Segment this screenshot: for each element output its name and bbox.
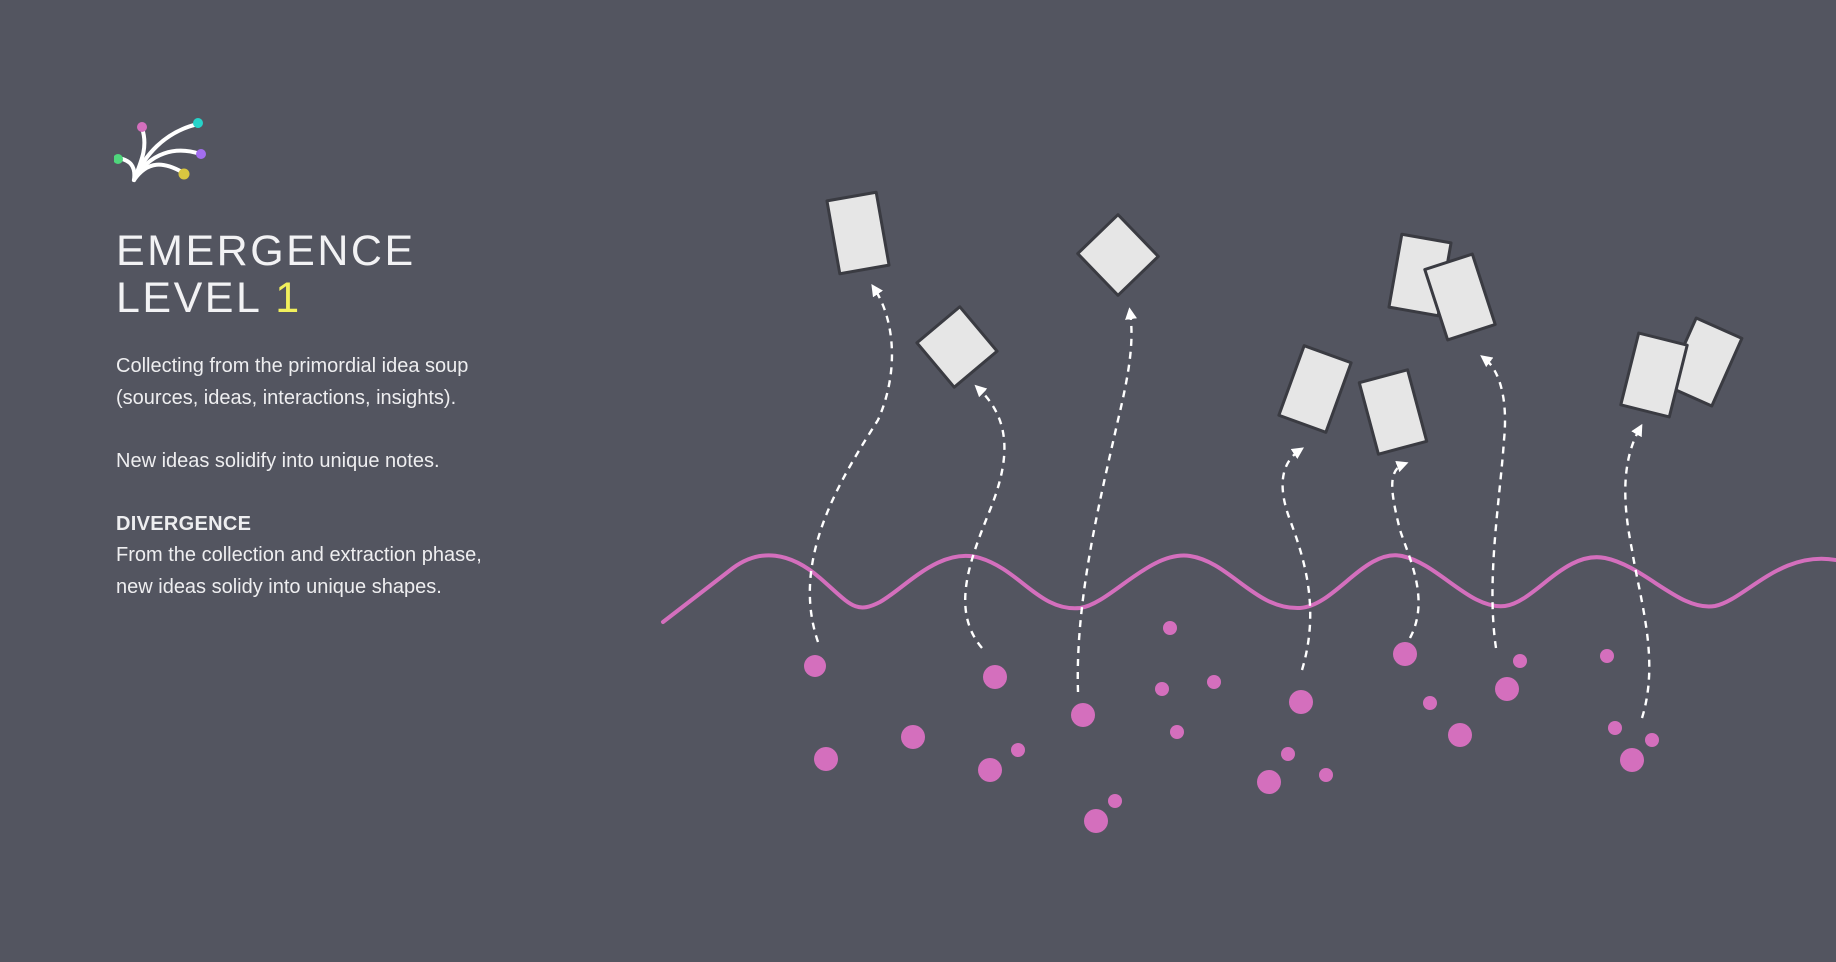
idea-particle [1281,747,1295,761]
idea-particle [1393,642,1417,666]
idea-particle [1423,696,1437,710]
idea-particle [1620,748,1644,772]
emergence-diagram [661,190,1836,833]
idea-particle [1170,725,1184,739]
idea-particle [901,725,925,749]
note-card [915,305,999,389]
idea-particle [1207,675,1221,689]
slide: EMERGENCE LEVEL 1 Collecting from the pr… [0,0,1836,962]
idea-particle [1319,768,1333,782]
idea-particle [1071,703,1095,727]
idea-particle [978,758,1002,782]
idea-particle [1257,770,1281,794]
idea-particle [814,747,838,771]
idea-particle [1645,733,1659,747]
note-card [1423,252,1497,342]
wave-boundary [661,553,1836,624]
arrow-path-7 [1624,423,1651,719]
idea-particle [1448,723,1472,747]
arrow-path-4 [1281,447,1312,671]
note-card [1277,344,1353,434]
idea-particle [804,655,826,677]
idea-particle [1289,690,1313,714]
note-card [825,190,891,276]
idea-particle [1600,649,1614,663]
idea-particle [1163,621,1177,635]
arrow-path-1 [808,284,894,643]
note-card [1619,331,1689,419]
arrow-path-3 [1076,307,1137,693]
idea-particle [983,665,1007,689]
idea-particle [1513,654,1527,668]
note-card [1357,368,1429,456]
note-card [1076,213,1160,297]
arrow-path-2 [963,384,1006,649]
idea-particle [1495,677,1519,701]
idea-particle [1084,809,1108,833]
idea-particle [1155,682,1169,696]
arrow-path-5 [1391,460,1420,639]
idea-particle [1608,721,1622,735]
idea-particle [1011,743,1025,757]
idea-particle [1108,794,1122,808]
